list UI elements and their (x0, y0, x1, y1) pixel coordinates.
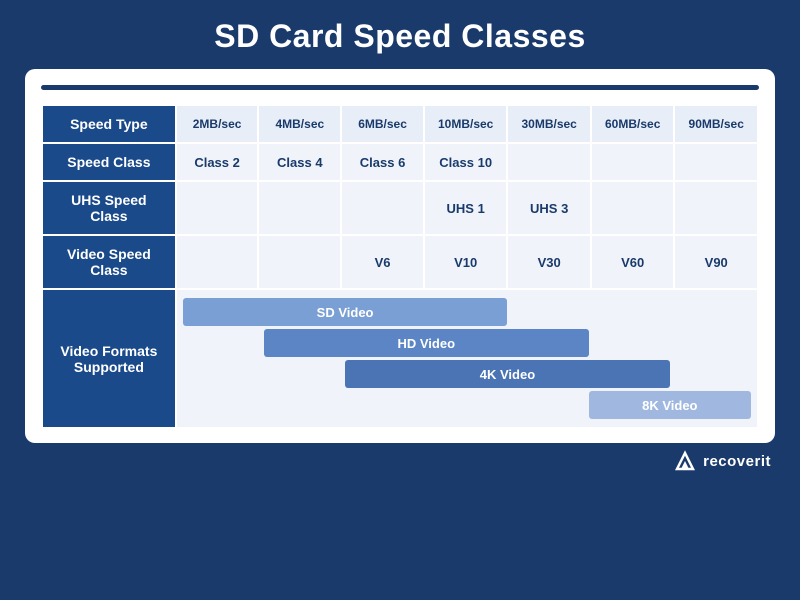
formats-row: SD Video HD Video (180, 294, 754, 423)
uhs-empty2 (258, 181, 341, 235)
video-speed-label: Video Speed Class (42, 235, 176, 289)
uhs3-cell: UHS 3 (507, 181, 591, 235)
class-empty2 (591, 143, 675, 181)
class-empty1 (507, 143, 591, 181)
uhs-speed-row: UHS Speed Class UHS 1 UHS 3 (42, 181, 758, 235)
v10-cell: V10 (424, 235, 508, 289)
class4-cell: Class 4 (258, 143, 341, 181)
header-60mbsec: 60MB/sec (591, 105, 675, 143)
uhs-empty1 (176, 181, 259, 235)
hd-row: HD Video (183, 329, 751, 357)
8k-row: 8K Video (183, 391, 751, 419)
class-empty3 (674, 143, 758, 181)
top-divider (41, 85, 759, 90)
recoverit-text: recoverit (703, 453, 771, 470)
header-6mbsec: 6MB/sec (341, 105, 424, 143)
header-30mbsec: 30MB/sec (507, 105, 591, 143)
video-formats-container: SD Video HD Video (180, 294, 754, 423)
header-row: Speed Type 2MB/sec 4MB/sec 6MB/sec 10MB/… (42, 105, 758, 143)
header-10mbsec: 10MB/sec (424, 105, 508, 143)
class6-cell: Class 6 (341, 143, 424, 181)
class2-cell: Class 2 (176, 143, 259, 181)
page-title: SD Card Speed Classes (214, 0, 586, 69)
v90-cell: V90 (674, 235, 758, 289)
speed-table: Speed Type 2MB/sec 4MB/sec 6MB/sec 10MB/… (41, 104, 759, 429)
bottom-bar: recoverit (25, 443, 775, 473)
v6-cell: V6 (341, 235, 424, 289)
recoverit-icon (673, 449, 697, 473)
uhs1-cell: UHS 1 (424, 181, 508, 235)
sd-video-bar: SD Video (183, 298, 508, 326)
speed-class-row: Speed Class Class 2 Class 4 Class 6 Clas… (42, 143, 758, 181)
speed-class-label: Speed Class (42, 143, 176, 181)
class10-cell: Class 10 (424, 143, 508, 181)
video-formats-label: Video Formats Supported (42, 289, 176, 428)
4k-video-bar: 4K Video (345, 360, 670, 388)
uhs-empty4 (591, 181, 675, 235)
vsc-empty2 (258, 235, 341, 289)
uhs-empty5 (674, 181, 758, 235)
uhs-empty3 (341, 181, 424, 235)
v60-cell: V60 (591, 235, 675, 289)
info-card: Speed Type 2MB/sec 4MB/sec 6MB/sec 10MB/… (25, 69, 775, 443)
vsc-empty1 (176, 235, 259, 289)
header-4mbsec: 4MB/sec (258, 105, 341, 143)
video-speed-row: Video Speed Class V6 V10 V30 V60 V90 (42, 235, 758, 289)
v30-cell: V30 (507, 235, 591, 289)
sd-row: SD Video (183, 298, 751, 326)
speed-type-label: Speed Type (42, 105, 176, 143)
4k-row: 4K Video (183, 360, 751, 388)
hd-video-bar: HD Video (264, 329, 589, 357)
video-formats-row: Video Formats Supported SD Video (42, 289, 758, 428)
recoverit-logo: recoverit (673, 449, 771, 473)
header-90mbsec: 90MB/sec (674, 105, 758, 143)
8k-video-bar: 8K Video (589, 391, 751, 419)
header-2mbsec: 2MB/sec (176, 105, 259, 143)
uhs-label: UHS Speed Class (42, 181, 176, 235)
